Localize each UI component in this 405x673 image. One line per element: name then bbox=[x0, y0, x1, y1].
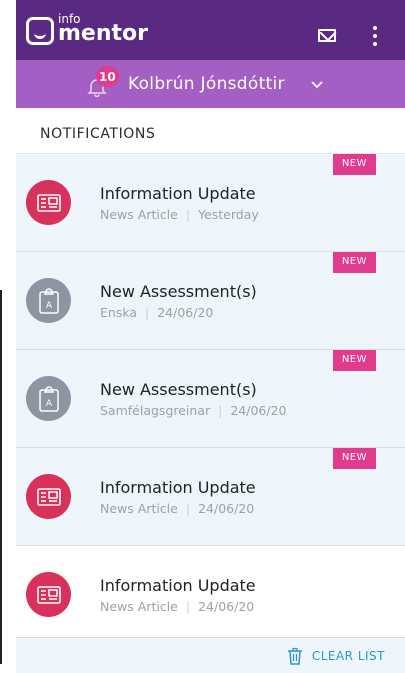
meta-divider: | bbox=[185, 500, 191, 516]
notification-list: Information Update News Article | Yester… bbox=[16, 154, 405, 644]
notification-item[interactable]: Information Update News Article | 24/06/… bbox=[16, 546, 405, 644]
username[interactable]: Kolbrún Jónsdóttir bbox=[128, 74, 285, 94]
notification-count-badge: 10 bbox=[96, 66, 119, 87]
notification-item[interactable]: Information Update News Article | 24/06/… bbox=[16, 448, 405, 546]
meta-divider: | bbox=[185, 598, 191, 614]
mail-icon[interactable] bbox=[318, 29, 336, 42]
notification-source: Samfélagsgreinar bbox=[100, 402, 211, 418]
notification-source: News Article bbox=[100, 598, 178, 614]
notification-title: Information Update bbox=[100, 477, 256, 497]
app-screen: info mentor 10 Kolbrún Jónsdóttir NOTIFI… bbox=[16, 0, 405, 673]
notification-title: New Assessment(s) bbox=[100, 281, 257, 301]
clear-list-button[interactable]: CLEAR LIST bbox=[312, 649, 385, 663]
newspaper-icon bbox=[36, 193, 61, 212]
notification-date: 24/06/20 bbox=[198, 500, 255, 516]
meta-divider: | bbox=[218, 402, 223, 418]
svg-text:A: A bbox=[45, 301, 52, 311]
meta-divider: | bbox=[185, 206, 191, 222]
new-badge: NEW bbox=[332, 448, 376, 469]
notification-date: Yesterday bbox=[198, 206, 259, 222]
chevron-down-icon[interactable] bbox=[310, 78, 324, 92]
newspaper-icon bbox=[36, 487, 61, 506]
left-margin bbox=[0, 0, 16, 673]
svg-text:A: A bbox=[45, 399, 52, 409]
new-badge: NEW bbox=[332, 350, 376, 371]
notification-date: 24/06/20 bbox=[198, 598, 255, 614]
infomentor-logo: info mentor bbox=[26, 13, 148, 45]
clipboard-icon: A bbox=[38, 385, 59, 412]
notification-item[interactable]: A New Assessment(s) Enska | 24/06/20 NEW bbox=[16, 252, 405, 350]
clipboard-icon: A bbox=[38, 287, 59, 314]
user-switcher[interactable]: 10 Kolbrún Jónsdóttir bbox=[16, 60, 405, 108]
notification-source: Enska bbox=[100, 304, 138, 320]
meta-divider: | bbox=[145, 304, 150, 320]
logo-face-icon bbox=[26, 17, 54, 45]
notification-date: 24/06/20 bbox=[157, 304, 214, 320]
notification-date: 24/06/20 bbox=[230, 402, 287, 418]
list-footer: CLEAR LIST bbox=[16, 637, 405, 673]
page-title: NOTIFICATIONS bbox=[16, 108, 405, 154]
trash-icon[interactable] bbox=[286, 647, 304, 665]
news-avatar bbox=[26, 572, 71, 617]
assessment-avatar: A bbox=[26, 278, 71, 323]
logo-mentor-text: mentor bbox=[58, 21, 148, 46]
notification-source: News Article bbox=[100, 500, 178, 516]
top-app-bar: info mentor bbox=[16, 0, 405, 60]
notification-title: New Assessment(s) bbox=[100, 379, 257, 399]
new-badge: NEW bbox=[332, 252, 376, 273]
assessment-avatar: A bbox=[26, 376, 71, 421]
notification-item[interactable]: A New Assessment(s) Samfélagsgreinar | 2… bbox=[16, 350, 405, 448]
notification-item[interactable]: Information Update News Article | Yester… bbox=[16, 154, 405, 252]
more-vert-icon[interactable] bbox=[372, 26, 378, 46]
notification-source: News Article bbox=[100, 206, 178, 222]
left-border-line bbox=[0, 290, 2, 664]
news-avatar bbox=[26, 474, 71, 519]
notification-title: Information Update bbox=[100, 183, 256, 203]
notification-title: Information Update bbox=[100, 575, 256, 595]
new-badge: NEW bbox=[332, 154, 376, 175]
news-avatar bbox=[26, 180, 71, 225]
newspaper-icon bbox=[36, 585, 61, 604]
